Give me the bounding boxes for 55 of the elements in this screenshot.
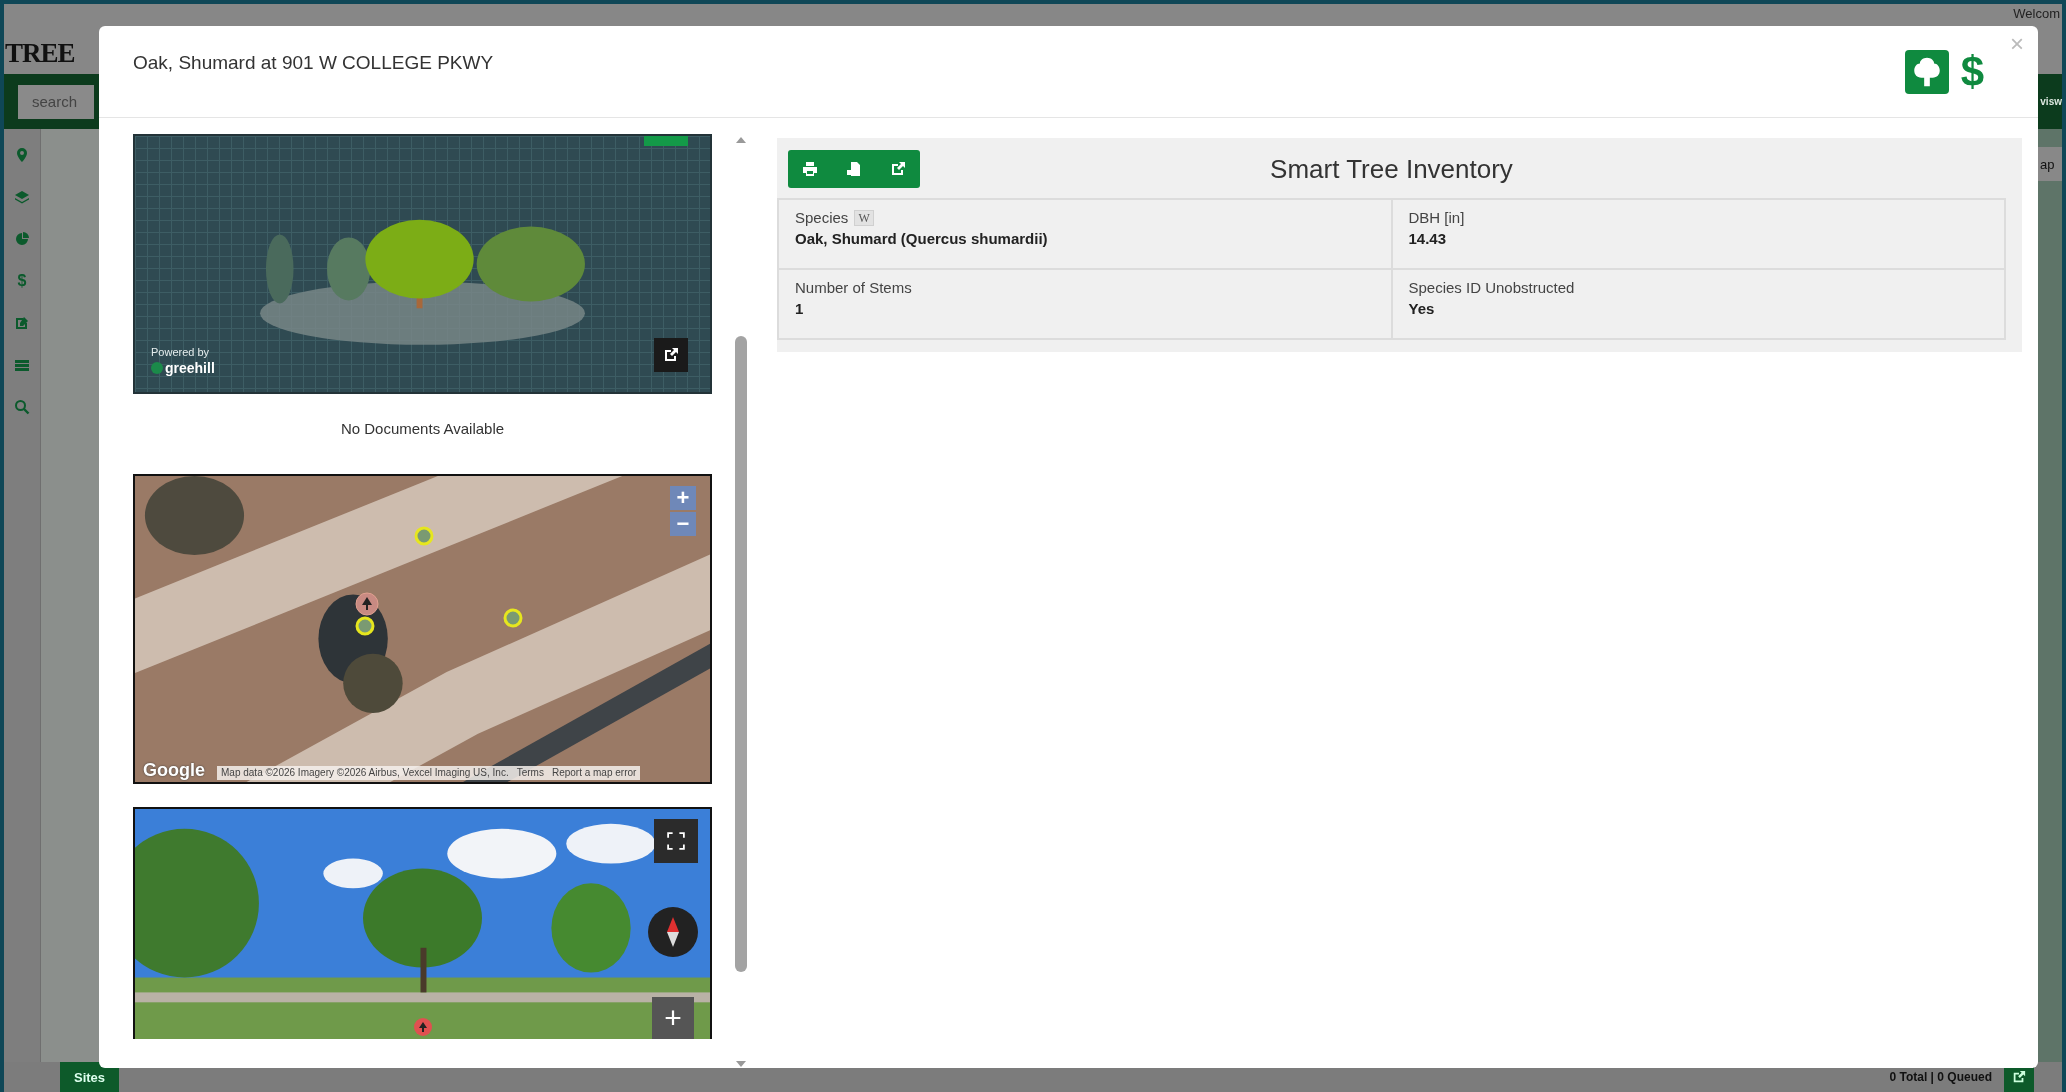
cost-button[interactable]: $ [1960, 50, 1984, 94]
map-pin-icon[interactable] [14, 147, 30, 163]
zoom-in-button[interactable]: + [652, 997, 694, 1039]
external-link-icon [890, 161, 906, 177]
tree-marker[interactable] [354, 615, 376, 637]
map-link[interactable]: Terms [516, 766, 544, 780]
tree-marker[interactable] [413, 525, 435, 547]
edit-icon[interactable] [14, 315, 30, 331]
welcome-text: Welcom [2013, 6, 2060, 21]
selected-tree-marker[interactable] [355, 592, 379, 616]
search-field[interactable]: search [18, 84, 94, 119]
zoom-in-button[interactable]: + [670, 486, 696, 510]
layers-icon[interactable] [14, 189, 30, 205]
map-logo: Google [143, 760, 205, 780]
scroll-down-icon[interactable] [735, 1060, 747, 1068]
open-viewer-button[interactable] [654, 338, 688, 372]
wikipedia-link[interactable]: W [854, 209, 874, 226]
dialog-title: Oak, Shumard at 901 W COLLEGE PKWY [133, 52, 494, 74]
map-menu-button[interactable]: ap [2038, 147, 2062, 181]
field-label: DBH [in] [1408, 209, 1465, 226]
table-icon[interactable] [14, 357, 30, 373]
fullscreen-button[interactable] [654, 819, 698, 863]
location-marker-icon [413, 1017, 433, 1039]
field-value: 14.43 [1408, 230, 1448, 247]
search-icon[interactable] [14, 399, 30, 415]
map-link[interactable]: Report a map error [551, 766, 637, 780]
3d-tree-viewer[interactable]: Powered by greehill [133, 134, 712, 394]
sites-tab[interactable]: Sites [60, 1062, 120, 1092]
map-attribution: Map data ©2026 Imagery ©2026 Airbus, Vexcel Imaging US, Inc. [221, 766, 509, 780]
field-label: Species [795, 209, 849, 226]
print-icon [802, 161, 818, 177]
field-value: Oak, Shumard (Quercus shumardii) [795, 230, 1049, 247]
compass-icon[interactable] [648, 907, 698, 957]
panel-title: Smart Tree Inventory [1269, 153, 1514, 185]
app-logo: TREE [5, 38, 75, 69]
scrollbar-thumb[interactable] [735, 336, 747, 972]
field-label: Number of Stems [795, 279, 912, 296]
external-link-icon [663, 347, 679, 363]
field-value: Yes [1408, 300, 1436, 317]
field-value: 1 [795, 300, 805, 317]
fullscreen-icon [667, 832, 685, 850]
powered-by-text: Powered by [151, 346, 211, 358]
scroll-up-icon[interactable] [735, 136, 747, 144]
tree-button[interactable] [1904, 50, 1949, 94]
document-icon [846, 161, 862, 177]
queue-status: 0 Total | 0 Queued [1889, 1070, 1992, 1084]
brand-logo-icon [151, 362, 163, 374]
brand-name: greehill [165, 360, 215, 376]
no-documents-message: No Documents Available [339, 419, 506, 439]
zoom-out-button[interactable]: − [670, 512, 696, 536]
field-label: Species ID Unobstructed [1408, 279, 1575, 296]
tree-marker[interactable] [502, 607, 524, 629]
pie-chart-icon[interactable] [14, 231, 30, 247]
external-link-icon [2012, 1070, 2026, 1084]
nav-tab[interactable]: visw [2040, 96, 2062, 107]
